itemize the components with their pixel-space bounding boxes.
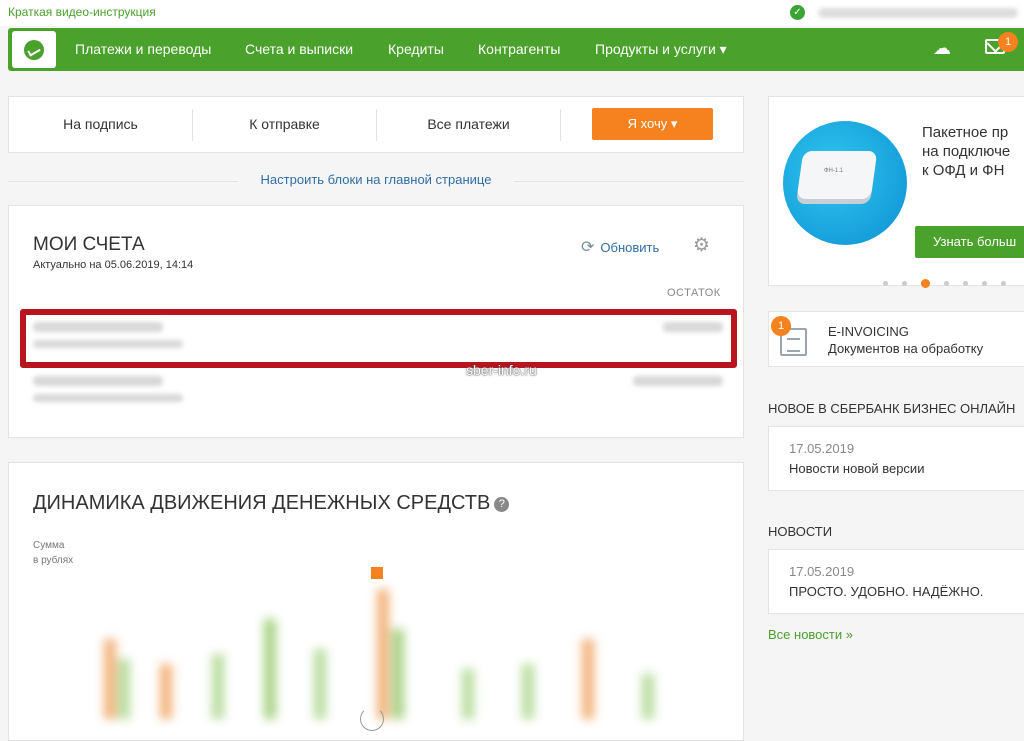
configure-blocks-link[interactable]: Настроить блоки на главной странице <box>261 172 492 187</box>
my-accounts-panel: МОИ СЧЕТА Актуально на 05.06.2019, 14:14… <box>8 205 744 438</box>
nav-credits[interactable]: Кредиты <box>388 41 444 57</box>
balance-column-header: ОСТАТОК <box>667 287 721 299</box>
learn-more-button[interactable]: Узнать больш <box>915 226 1024 258</box>
chart-bar <box>522 664 534 719</box>
chart-bar <box>212 654 224 719</box>
check-status-icon: ✓ <box>790 5 805 20</box>
account-balance-blurred <box>633 376 723 386</box>
carousel-dots <box>883 275 1020 289</box>
e-invoicing-badge: 1 <box>771 316 791 336</box>
fiscal-device-image <box>796 151 878 199</box>
account-number-blurred <box>33 394 183 402</box>
nav-counterparties[interactable]: Контрагенты <box>478 41 560 57</box>
top-strip: Краткая видео-инструкция ✓ <box>0 0 1024 26</box>
sbbol-news-heading: НОВОЕ В СБЕРБАНК БИЗНЕС ОНЛАЙН <box>768 401 1016 416</box>
news-item[interactable]: 17.05.2019 ПРОСТО. УДОБНО. НАДЁЖНО. <box>768 549 1024 614</box>
sbbol-news-item[interactable]: 17.05.2019 Новости новой версии <box>768 426 1024 491</box>
tab-all-payments[interactable]: Все платежи <box>377 116 560 132</box>
cloud-download-icon[interactable]: ☁ <box>933 38 951 59</box>
carousel-dot[interactable] <box>1001 281 1006 287</box>
chart-bar <box>392 629 404 719</box>
promo-banner: ФН-1.1 Пакетное пр на подключе к ОФД и Ф… <box>768 96 1024 289</box>
chart-bar <box>160 664 172 719</box>
chart-bar <box>462 669 474 719</box>
divider <box>514 181 744 182</box>
e-invoicing-subtitle: Документов на обработку <box>828 341 984 356</box>
main-nav: Платежи и переводы Счета и выписки Креди… <box>8 28 1024 71</box>
promo-text: Пакетное пр на подключе к ОФД и ФН <box>922 124 1011 179</box>
tab-to-send[interactable]: К отправке <box>193 116 376 132</box>
nav-products[interactable]: Продукты и услуги ▾ <box>595 41 727 58</box>
nav-payments[interactable]: Платежи и переводы <box>75 41 211 57</box>
chart-bar <box>582 639 594 719</box>
carousel-dot[interactable] <box>963 281 968 287</box>
chart-bar <box>264 619 276 719</box>
news-heading: НОВОСТИ <box>768 524 833 539</box>
mail-badge: 1 <box>998 32 1018 52</box>
gear-icon[interactable]: ⚙ <box>693 234 710 257</box>
chart-bar <box>118 659 130 719</box>
cashflow-chart-blurred <box>42 579 712 719</box>
carousel-dot[interactable] <box>944 281 949 287</box>
news-title[interactable]: ПРОСТО. УДОБНО. НАДЁЖНО. <box>789 584 983 599</box>
refresh-button[interactable]: ⟳ Обновить <box>581 237 659 257</box>
chart-y-label: Сумма в рублях <box>33 540 74 566</box>
highlight-frame <box>20 309 737 368</box>
payment-tabs: На подпись К отправке Все платежи Я хочу… <box>8 96 744 153</box>
scroll-indicator[interactable] <box>360 707 384 731</box>
help-icon[interactable]: ? <box>494 497 510 512</box>
carousel-dot[interactable] <box>883 281 888 287</box>
news-date: 17.05.2019 <box>789 441 855 456</box>
user-name-blurred[interactable] <box>818 8 1018 18</box>
sberbank-logo[interactable] <box>12 31 56 68</box>
i-want-button[interactable]: Я хочу ▾ <box>592 108 713 140</box>
all-news-link[interactable]: Все новости » <box>768 627 853 642</box>
news-title[interactable]: Новости новой версии <box>789 461 924 476</box>
cashflow-title: ДИНАМИКА ДВИЖЕНИЯ ДЕНЕЖНЫХ СРЕДСТВ? <box>33 492 510 515</box>
watermark: sber-info.ru <box>466 362 537 378</box>
cashflow-panel: ДИНАМИКА ДВИЖЕНИЯ ДЕНЕЖНЫХ СРЕДСТВ? Сумм… <box>8 462 744 741</box>
chart-bar <box>104 639 116 719</box>
divider <box>560 109 561 141</box>
device-label: ФН-1.1 <box>824 168 844 174</box>
news-date: 17.05.2019 <box>789 564 855 579</box>
e-invoicing-widget[interactable]: 1 E-INVOICING Документов на обработку <box>768 311 1024 367</box>
chart-marker <box>371 567 383 579</box>
nav-accounts[interactable]: Счета и выписки <box>245 41 353 57</box>
account-name-blurred[interactable] <box>33 376 163 386</box>
refresh-icon: ⟳ <box>581 239 595 256</box>
chart-bar <box>314 649 326 719</box>
chart-bar <box>377 589 389 719</box>
accounts-actual-date: Актуально на 05.06.2019, 14:14 <box>33 259 194 271</box>
tab-to-sign[interactable]: На подпись <box>9 116 192 132</box>
carousel-dot[interactable] <box>982 281 987 287</box>
configure-blocks-row: Настроить блоки на главной странице <box>8 172 744 190</box>
chart-bar <box>642 674 654 719</box>
video-instruction-link[interactable]: Краткая видео-инструкция <box>8 5 156 19</box>
e-invoicing-title: E-INVOICING <box>828 324 909 339</box>
divider <box>8 181 238 182</box>
carousel-dot[interactable] <box>902 281 907 287</box>
carousel-dot-active[interactable] <box>921 279 930 289</box>
accounts-title: МОИ СЧЕТА <box>33 234 145 255</box>
